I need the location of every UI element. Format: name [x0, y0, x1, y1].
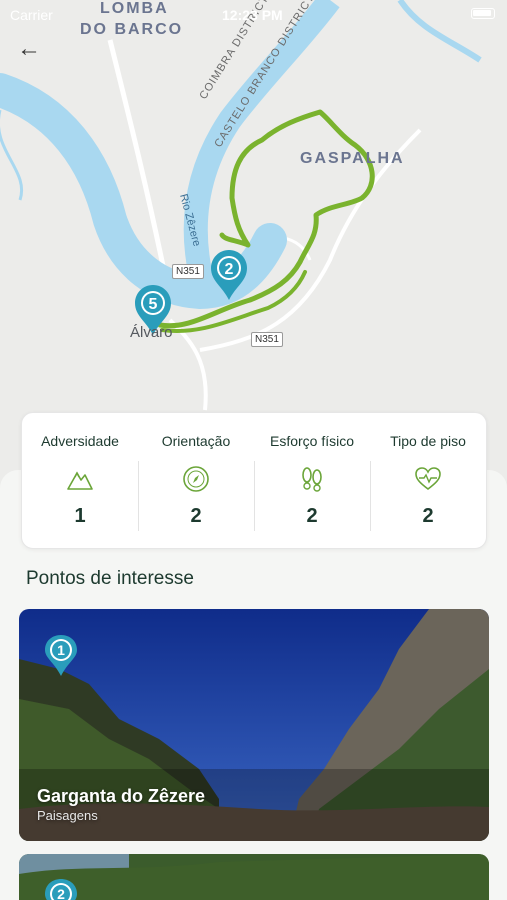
stat-esforco-fisico: Esforço físico 2 [254, 413, 370, 548]
poi-photo [19, 854, 489, 900]
stat-value: 2 [190, 505, 202, 527]
road-badge-bottom: N351 [251, 332, 283, 347]
stat-label: Orientação [161, 433, 231, 449]
poi-category: Paisagens [37, 808, 98, 823]
battery-icon [471, 8, 495, 19]
svg-text:1: 1 [57, 642, 65, 658]
svg-text:2: 2 [57, 886, 65, 900]
heart-pulse-icon [414, 465, 442, 493]
stat-value: 1 [74, 505, 86, 527]
status-bar: Carrier 12:23 PM [0, 0, 507, 28]
stat-label: Adversidade [41, 433, 119, 449]
compass-icon [182, 465, 210, 493]
footprints-icon [298, 465, 326, 493]
mountain-icon [66, 465, 94, 493]
stat-adversidade: Adversidade 1 [22, 413, 138, 548]
stat-orientacao: Orientação 2 [138, 413, 254, 548]
poi-number-marker: 1 [44, 634, 78, 683]
map-label-gaspalha: GASPALHA [300, 150, 405, 167]
back-button[interactable]: ← [12, 34, 46, 64]
stat-value: 2 [306, 505, 318, 527]
back-arrow-icon: ← [17, 35, 41, 62]
poi-card[interactable]: 2 [19, 854, 489, 900]
stat-label: Esforço físico [269, 433, 355, 449]
map-label-alvaro: Álvaro [130, 324, 173, 341]
status-time: 12:23 PM [222, 7, 283, 23]
road-badge-top: N351 [172, 264, 204, 279]
section-title: Pontos de interesse [26, 568, 194, 589]
poi-number-marker: 2 [44, 878, 78, 900]
stat-label: Tipo de piso [390, 433, 466, 449]
svg-text:5: 5 [149, 296, 158, 313]
difficulty-stats-card: Adversidade 1 Orientação 2 Esforço físic… [21, 412, 487, 549]
poi-title: Garganta do Zêzere [37, 786, 206, 806]
carrier-label: Carrier [10, 7, 53, 23]
svg-text:2: 2 [225, 261, 234, 278]
stat-value: 2 [422, 505, 434, 527]
poi-card[interactable]: 1 Garganta do Zêzere Paisagens [19, 609, 489, 841]
stat-tipo-de-piso: Tipo de piso 2 [370, 413, 486, 548]
